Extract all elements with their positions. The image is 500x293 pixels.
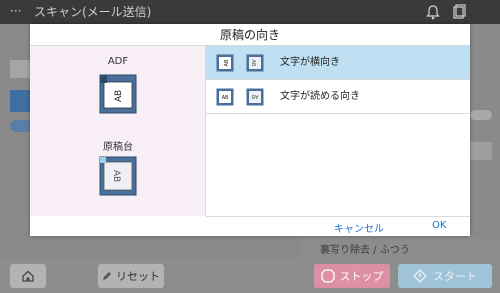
dimmed-toggle bbox=[470, 110, 492, 120]
dimmed-icon bbox=[470, 142, 492, 160]
platen-readable-icon: AB bbox=[246, 88, 264, 106]
platen-document-icon: AB bbox=[99, 156, 137, 196]
app-title: スキャン(メール送信) bbox=[34, 5, 152, 19]
top-bar: ··· スキャン(メール送信) bbox=[0, 0, 500, 24]
svg-text:AB: AB bbox=[224, 59, 230, 66]
platen-label: 原稿台 bbox=[103, 142, 133, 153]
start-button[interactable]: スタート bbox=[398, 264, 492, 288]
start-label: スタート bbox=[433, 270, 477, 283]
stop-label: ストップ bbox=[339, 270, 384, 283]
orientation-dialog: 原稿の向き ADF AB 原稿台 AB AB AB 文字が横向き AB AB 文… bbox=[30, 24, 470, 236]
cancel-button[interactable]: キャンセル bbox=[334, 220, 384, 235]
home-button[interactable] bbox=[10, 264, 46, 288]
ok-button[interactable]: OK bbox=[432, 220, 446, 231]
stop-icon bbox=[320, 269, 335, 283]
cart-icon[interactable] bbox=[450, 3, 468, 21]
adf-sideways-icon: AB bbox=[216, 54, 234, 72]
menu-dots-icon[interactable]: ··· bbox=[10, 4, 21, 18]
dialog-footer: キャンセル OK bbox=[206, 216, 470, 236]
option-label: 文字が横向き bbox=[280, 57, 340, 68]
stop-button[interactable]: ストップ bbox=[314, 264, 390, 288]
adf-readable-icon: AB bbox=[216, 88, 234, 106]
home-icon bbox=[22, 270, 34, 282]
option-label: 文字が読める向き bbox=[280, 91, 360, 102]
pencil-icon bbox=[103, 272, 111, 280]
preview-pane: ADF AB 原稿台 AB bbox=[30, 46, 206, 216]
dimmed-setting-text: 裏写り除去 / ふつう bbox=[320, 245, 410, 256]
adf-document-icon: AB bbox=[99, 74, 137, 114]
dialog-title: 原稿の向き bbox=[30, 24, 470, 46]
reset-button[interactable]: リセット bbox=[98, 264, 164, 288]
option-text-sideways[interactable]: AB AB 文字が横向き bbox=[206, 46, 470, 80]
bell-icon[interactable] bbox=[424, 3, 442, 21]
dimmed-tag bbox=[10, 120, 32, 132]
svg-text:AB: AB bbox=[222, 95, 229, 101]
dimmed-setting: 裏写り除去 / ふつう bbox=[300, 236, 500, 260]
start-icon bbox=[413, 269, 427, 283]
svg-text:AB: AB bbox=[114, 90, 124, 102]
svg-text:AB: AB bbox=[251, 93, 258, 99]
adf-label: ADF bbox=[107, 56, 129, 67]
platen-sideways-icon: AB bbox=[246, 54, 264, 72]
options-list: AB AB 文字が横向き AB AB 文字が読める向き bbox=[206, 46, 470, 216]
svg-text:AB: AB bbox=[250, 60, 256, 67]
bottom-bar: リセット ストップ スタート bbox=[0, 260, 500, 293]
option-text-readable[interactable]: AB AB 文字が読める向き bbox=[206, 80, 470, 114]
reset-label: リセット bbox=[116, 270, 160, 283]
svg-text:AB: AB bbox=[111, 170, 121, 182]
